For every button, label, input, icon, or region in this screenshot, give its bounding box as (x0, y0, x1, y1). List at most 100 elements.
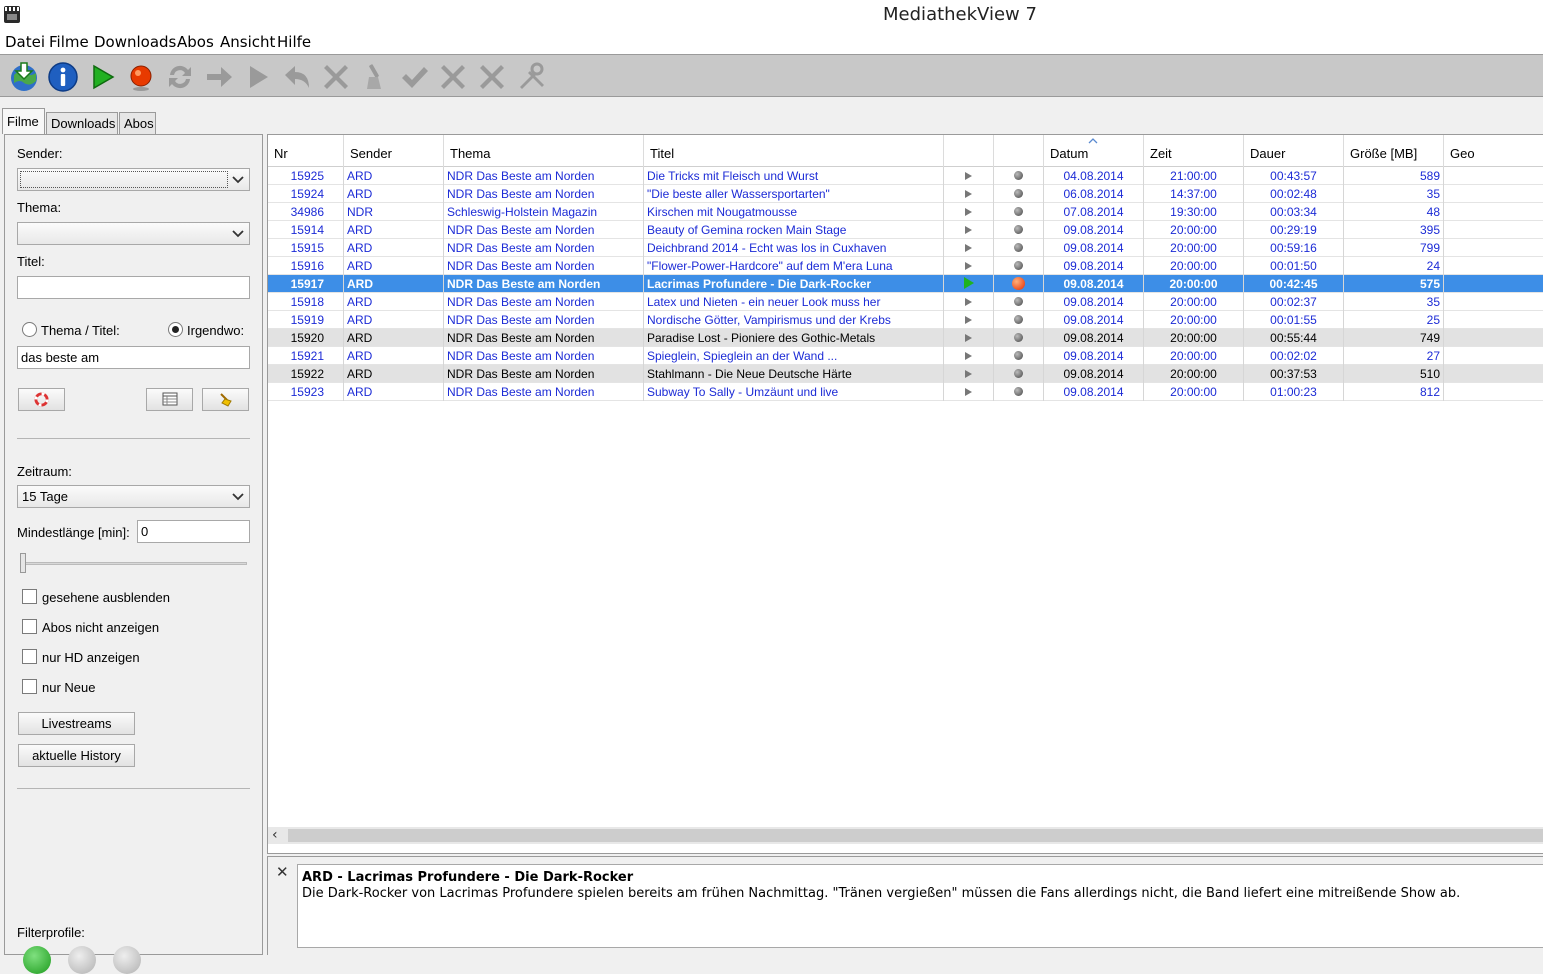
record-icon[interactable] (124, 60, 158, 94)
menu-downloads[interactable]: Downloads (94, 33, 176, 51)
table-row[interactable]: 15921 ARD NDR Das Beste am Norden Spieglein… (268, 347, 1543, 365)
tab-abos[interactable]: Abos (119, 112, 156, 134)
menu-filme[interactable]: Filme (49, 33, 89, 51)
checkbox-abos-nicht-anzeigen[interactable] (22, 619, 37, 634)
mindestlaenge-slider-knob[interactable] (20, 553, 26, 573)
column-header-groesse[interactable]: Größe [MB] (1344, 135, 1444, 167)
refresh-icon[interactable] (163, 60, 197, 94)
row-play-icon[interactable] (944, 311, 994, 329)
cell-groesse: 575 (1344, 275, 1444, 293)
checkbox-gesehene-ausblenden[interactable] (22, 589, 37, 604)
row-record-icon[interactable] (994, 167, 1044, 185)
row-record-icon[interactable] (994, 275, 1044, 293)
play-gray-icon[interactable] (241, 60, 275, 94)
column-header-geo[interactable]: Geo (1444, 135, 1543, 167)
remove-all-icon[interactable] (475, 60, 509, 94)
delete-icon[interactable] (319, 60, 353, 94)
thema-dropdown[interactable] (17, 222, 250, 245)
reset-filter-button[interactable] (18, 388, 65, 411)
checkbox-nur-neue[interactable] (22, 679, 37, 694)
info-icon[interactable] (46, 60, 80, 94)
row-play-icon[interactable] (944, 239, 994, 257)
row-record-icon[interactable] (994, 347, 1044, 365)
row-record-icon[interactable] (994, 365, 1044, 383)
clean-icon[interactable] (358, 60, 392, 94)
row-play-icon[interactable] (944, 221, 994, 239)
table-row[interactable]: 15917 ARD NDR Das Beste am Norden Lacrimas … (268, 275, 1543, 293)
titel-input[interactable] (17, 276, 250, 299)
row-play-icon[interactable] (944, 185, 994, 203)
table-settings-button[interactable] (146, 388, 193, 411)
livestreams-button[interactable]: Livestreams (18, 712, 135, 735)
filterprofile-3-button[interactable] (113, 946, 141, 974)
filterprofile-2-button[interactable] (68, 946, 96, 974)
row-play-icon[interactable] (944, 167, 994, 185)
check-icon[interactable] (397, 60, 431, 94)
table-row[interactable]: 15923 ARD NDR Das Beste am Norden Subway To… (268, 383, 1543, 401)
row-play-icon[interactable] (944, 365, 994, 383)
row-record-icon[interactable] (994, 293, 1044, 311)
row-record-icon[interactable] (994, 329, 1044, 347)
column-header-nr[interactable]: Nr (268, 135, 344, 167)
mindestlaenge-input[interactable]: 0 (137, 520, 250, 543)
radio-irgendwo[interactable] (168, 322, 183, 337)
scrollbar-thumb[interactable] (288, 829, 1543, 842)
row-play-icon[interactable] (944, 329, 994, 347)
row-play-icon[interactable] (944, 383, 994, 401)
clear-filter-button[interactable] (202, 388, 249, 411)
remove-icon[interactable] (436, 60, 470, 94)
column-header-sender[interactable]: Sender (344, 135, 444, 167)
menu-ansicht[interactable]: Ansicht (220, 33, 275, 51)
sender-dropdown[interactable] (17, 168, 250, 191)
row-play-icon[interactable] (944, 275, 994, 293)
column-header-play[interactable] (944, 135, 994, 167)
table-row[interactable]: 15925 ARD NDR Das Beste am Norden Die Trick… (268, 167, 1543, 185)
tab-filme[interactable]: Filme (2, 108, 45, 134)
row-record-icon[interactable] (994, 383, 1044, 401)
table-row[interactable]: 15924 ARD NDR Das Beste am Norden "Die best… (268, 185, 1543, 203)
tab-downloads[interactable]: Downloads (46, 112, 118, 134)
menu-hilfe[interactable]: Hilfe (277, 33, 311, 51)
row-record-icon[interactable] (994, 221, 1044, 239)
menu-abos[interactable]: Abos (177, 33, 214, 51)
search-input[interactable]: das beste am (17, 346, 250, 369)
menu-datei[interactable]: Datei (5, 33, 45, 51)
update-films-icon[interactable] (7, 60, 41, 94)
table-row[interactable]: 15922 ARD NDR Das Beste am Norden Stahlmann… (268, 365, 1543, 383)
row-record-icon[interactable] (994, 185, 1044, 203)
play-icon[interactable] (85, 60, 119, 94)
close-icon[interactable]: ✕ (276, 863, 289, 881)
column-header-zeit[interactable]: Zeit (1144, 135, 1244, 167)
zeitraum-dropdown[interactable]: 15 Tage (17, 485, 250, 508)
row-record-icon[interactable] (994, 257, 1044, 275)
column-header-dauer[interactable]: Dauer (1244, 135, 1344, 167)
filterprofile-1-button[interactable] (23, 946, 51, 974)
forward-arrow-icon[interactable] (202, 60, 236, 94)
column-header-datum[interactable]: Datum (1044, 135, 1144, 167)
tools-icon[interactable] (514, 60, 548, 94)
table-row[interactable]: 15920 ARD NDR Das Beste am Norden Paradise … (268, 329, 1543, 347)
table-row[interactable]: 15918 ARD NDR Das Beste am Norden Latex und… (268, 293, 1543, 311)
table-row[interactable]: 15915 ARD NDR Das Beste am Norden Deichbran… (268, 239, 1543, 257)
row-record-icon[interactable] (994, 203, 1044, 221)
row-play-icon[interactable] (944, 347, 994, 365)
table-row[interactable]: 15916 ARD NDR Das Beste am Norden "Flower-P… (268, 257, 1543, 275)
row-record-icon[interactable] (994, 239, 1044, 257)
column-header-record[interactable] (994, 135, 1044, 167)
history-button[interactable]: aktuelle History (18, 744, 135, 767)
table-row[interactable]: 15919 ARD NDR Das Beste am Norden Nordische… (268, 311, 1543, 329)
horizontal-scrollbar[interactable]: ‹ (268, 827, 1543, 844)
row-play-icon[interactable] (944, 203, 994, 221)
column-header-titel[interactable]: Titel (644, 135, 944, 167)
column-header-thema[interactable]: Thema (444, 135, 644, 167)
row-record-icon[interactable] (994, 311, 1044, 329)
row-play-icon[interactable] (944, 293, 994, 311)
undo-icon[interactable] (280, 60, 314, 94)
radio-thema-titel[interactable] (22, 322, 37, 337)
row-play-icon[interactable] (944, 257, 994, 275)
scroll-left-icon[interactable]: ‹ (272, 827, 278, 843)
checkbox-nur-hd[interactable] (22, 649, 37, 664)
table-row[interactable]: 34986 NDR Schleswig-Holstein Magazin Kirsch… (268, 203, 1543, 221)
mindestlaenge-slider-track[interactable] (25, 562, 247, 565)
table-row[interactable]: 15914 ARD NDR Das Beste am Norden Beauty of… (268, 221, 1543, 239)
